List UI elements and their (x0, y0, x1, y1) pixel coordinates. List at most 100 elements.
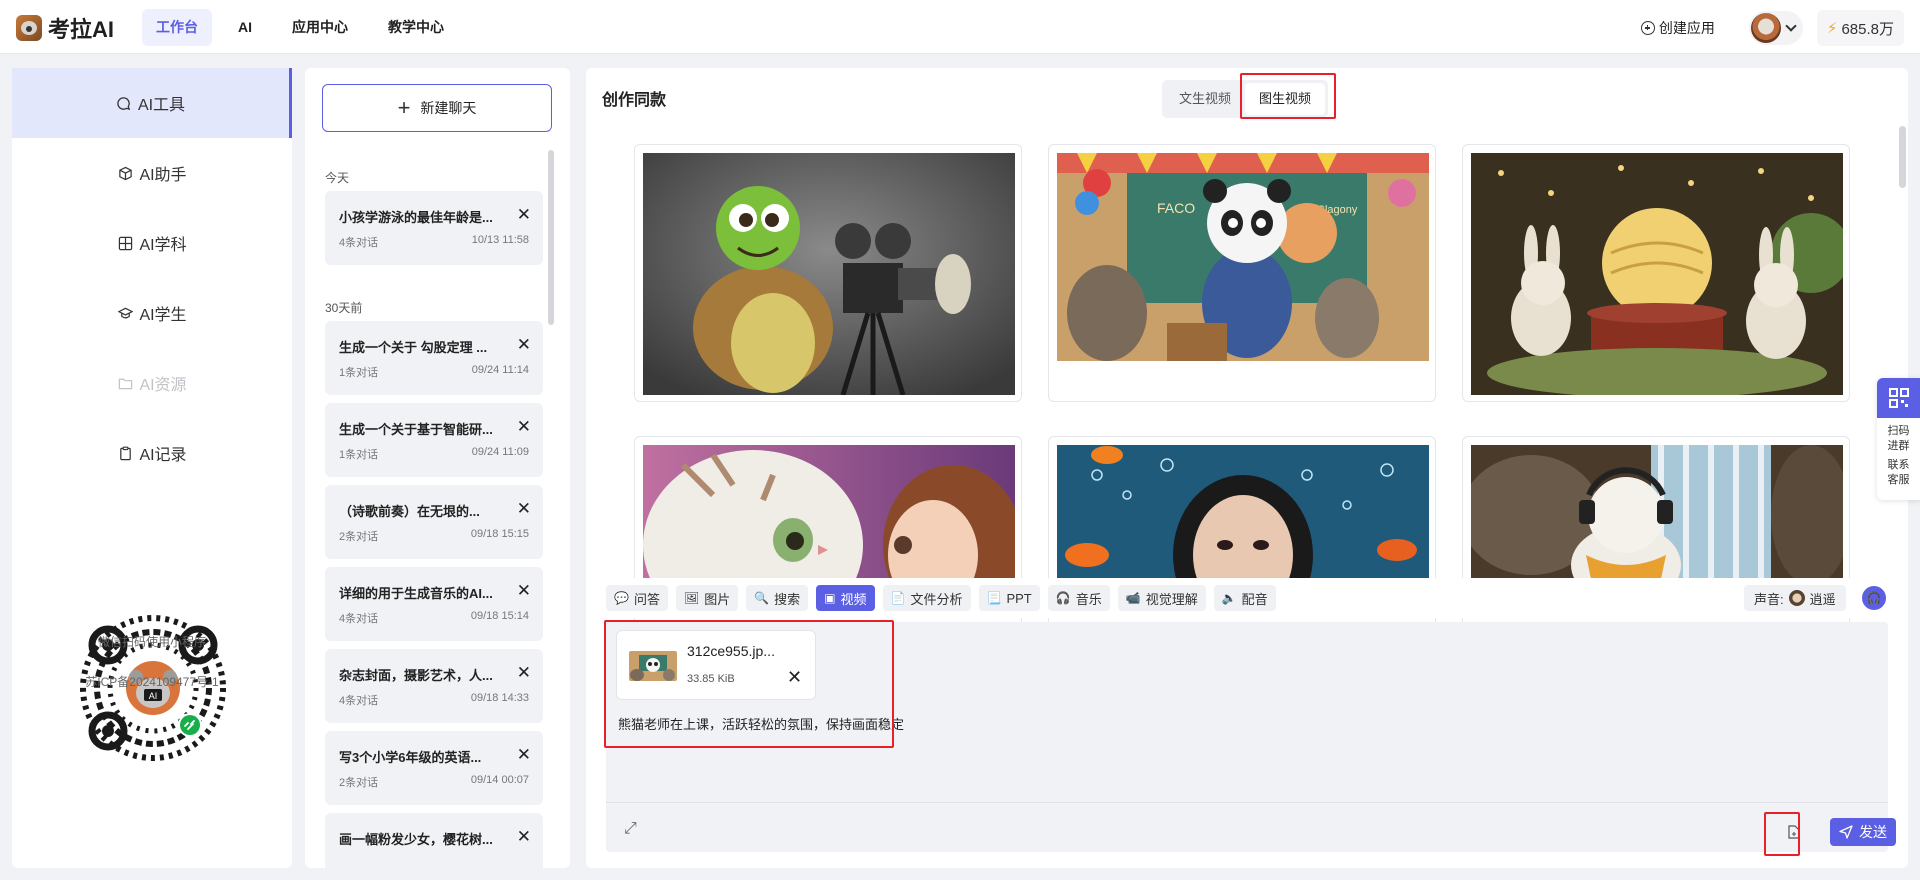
send-label: 发送 (1859, 824, 1887, 840)
create-app-button[interactable]: 创建应用 (1640, 18, 1715, 38)
prompt-composer[interactable]: 312ce955.jp... 33.85 KiB ✕ 熊猫老师在上课，活跃轻松的… (606, 622, 1896, 852)
conversation-count: 4条对话 (339, 237, 379, 249)
tool-label: 文件分析 (910, 591, 963, 607)
sidebar-item-label: AI助手 (139, 167, 187, 184)
conversation-count: 4条对话 (339, 613, 379, 625)
search-icon: 🔍 (754, 591, 770, 605)
remove-attachment-icon[interactable]: ✕ (787, 667, 802, 688)
tool-search[interactable]: 🔍 搜索 (746, 585, 809, 611)
list-item[interactable]: （诗歌前奏）在无垠的... 2条对话 09/18 15:15 ✕ (325, 485, 543, 559)
plus-circle-icon (1640, 21, 1655, 35)
sidebar-item-label: AI学科 (139, 237, 187, 254)
headset-icon[interactable]: 🎧 (1862, 586, 1886, 610)
koala-logo-icon (16, 15, 42, 41)
close-icon[interactable]: ✕ (517, 663, 531, 683)
attachment-name: 312ce955.jp... (687, 643, 775, 659)
tool-ppt[interactable]: 📃 PPT (978, 585, 1040, 611)
tab-text-to-video[interactable]: 文生视频 (1165, 83, 1245, 115)
expand-icon[interactable]: ⤢ (624, 820, 637, 838)
tool-video[interactable]: ▣ 视频 (816, 585, 875, 611)
ppt-icon: 📃 (986, 591, 1002, 605)
gallery-card[interactable]: FACO Clagony (1048, 144, 1436, 402)
list-item[interactable]: 生成一个关于 勾股定理 ... 1条对话 09/24 11:14 ✕ (325, 321, 543, 395)
sidebar: AI工具 AI助手 AI学科 AI学生 AI资源 AI记录 AI 微信扫码使用小… (12, 68, 292, 868)
chat-history-panel: + 新建聊天 今天 小孩学游泳的最佳年龄是... 4条对话 10/13 11:58… (305, 68, 570, 868)
cat-girl-image (643, 445, 1015, 579)
close-icon[interactable]: ✕ (517, 745, 531, 765)
tool-file-analysis[interactable]: 📄 文件分析 (882, 585, 971, 611)
top-right-actions: 创建应用 ⚡ 685.8万 (1640, 10, 1904, 46)
qr-caption: 微信扫码使用小程序 (97, 635, 206, 649)
send-button[interactable]: 发送 (1830, 818, 1896, 846)
conversation-count: 2条对话 (339, 777, 379, 789)
sidebar-item-ai-record[interactable]: AI记录 (12, 418, 292, 488)
tool-image[interactable]: 🖼 图片 (675, 585, 739, 611)
chat-icon: 💬 (614, 591, 629, 605)
tool-label: PPT (1006, 590, 1032, 606)
conversation-title: （诗歌前奏）在无垠的... (339, 504, 480, 519)
sidebar-item-ai-subject[interactable]: AI学科 (12, 208, 292, 278)
conversation-time: 09/24 11:14 (471, 364, 529, 376)
speaker-icon: 🔈 (1221, 591, 1237, 605)
attachment-card: 312ce955.jp... 33.85 KiB ✕ (616, 630, 816, 700)
list-item[interactable]: 详细的用于生成音乐的AI... 4条对话 09/18 15:14 ✕ (325, 567, 543, 641)
logo[interactable]: 考拉AI (16, 12, 114, 44)
sidebar-item-label: AI工具 (137, 97, 186, 114)
conversation-title: 杂志封面，摄影艺术，人... (339, 668, 493, 683)
polar-bear-waterfall-image (1471, 445, 1843, 579)
tool-label: 视觉理解 (1145, 591, 1198, 607)
nav-teaching-center[interactable]: 教学中心 (374, 9, 458, 46)
group-label-today: 今天 (325, 171, 350, 185)
list-item[interactable]: 写3个小学6年级的英语... 2条对话 09/14 00:07 ✕ (325, 731, 543, 805)
sidebar-item-ai-resource[interactable]: AI资源 (12, 348, 292, 418)
conversation-title: 画一幅粉发少女，樱花树... (339, 832, 493, 847)
prompt-text[interactable]: 熊猫老师在上课，活跃轻松的氛围，保持画面稳定 (618, 714, 904, 733)
conversation-time: 09/14 00:07 (470, 774, 529, 786)
list-item[interactable]: 生成一个关于基于智能研... 1条对话 09/24 11:09 ✕ (325, 403, 543, 477)
gallery-card[interactable] (1462, 144, 1850, 402)
close-icon[interactable]: ✕ (517, 581, 531, 601)
voice-label: 声音: (1754, 591, 1784, 607)
icp-record-link[interactable]: 苏ICP备2024109477号-1 (12, 673, 292, 690)
nav-app-center[interactable]: 应用中心 (278, 9, 362, 46)
list-item[interactable]: 杂志封面，摄影艺术，人... 4条对话 09/18 14:33 ✕ (325, 649, 543, 723)
close-icon[interactable]: ✕ (517, 499, 531, 519)
list-item[interactable]: 画一幅粉发少女，樱花树... ✕ (325, 813, 543, 868)
tool-label: 音乐 (1075, 591, 1102, 607)
tool-label: 搜索 (774, 591, 801, 607)
user-menu[interactable] (1748, 11, 1803, 45)
conversation-count: 2条对话 (339, 531, 379, 543)
tool-visual-understanding[interactable]: 📹 视觉理解 (1117, 585, 1206, 611)
tool-music[interactable]: 🎧 音乐 (1047, 585, 1110, 611)
close-icon[interactable]: ✕ (517, 827, 531, 847)
document-upload-button[interactable] (1784, 822, 1804, 842)
video-icon: ▣ (824, 591, 836, 605)
list-item[interactable]: 小孩学游泳的最佳年龄是... 4条对话 10/13 11:58 ✕ (325, 191, 543, 265)
tool-dubbing[interactable]: 🔈 配音 (1213, 585, 1276, 611)
gallery-scrollbar[interactable] (1899, 126, 1906, 188)
clipboard-icon (117, 445, 133, 461)
floating-contact-widget[interactable]: 扫码 进群 联系 客服 (1877, 378, 1920, 500)
send-icon (1839, 825, 1853, 839)
nav-workbench[interactable]: 工作台 (142, 9, 212, 46)
sidebar-item-ai-assistant[interactable]: AI助手 (12, 138, 292, 208)
close-icon[interactable]: ✕ (517, 205, 531, 225)
new-chat-button[interactable]: + 新建聊天 (322, 84, 552, 132)
sidebar-item-ai-student[interactable]: AI学生 (12, 278, 292, 348)
tab-image-to-video[interactable]: 图生视频 (1245, 83, 1326, 115)
chat-list-scrollbar[interactable] (548, 150, 554, 325)
app-name: 考拉AI (48, 17, 115, 42)
close-icon[interactable]: ✕ (517, 335, 531, 355)
close-icon[interactable]: ✕ (517, 417, 531, 437)
sidebar-item-ai-tools[interactable]: AI工具 (12, 68, 292, 138)
sidebar-item-label: AI资源 (139, 377, 187, 394)
tool-qa[interactable]: 💬 问答 (606, 585, 668, 611)
points-balance[interactable]: ⚡ 685.8万 (1816, 10, 1904, 46)
sidebar-item-label: AI学生 (139, 307, 187, 324)
nav-ai[interactable]: AI (224, 9, 266, 46)
conversation-time: 09/24 11:09 (471, 446, 529, 458)
cube-icon (117, 165, 133, 181)
voice-selector[interactable]: 声音: 逍遥 (1744, 585, 1846, 611)
gallery-card[interactable] (634, 144, 1022, 402)
divider (606, 802, 1888, 803)
